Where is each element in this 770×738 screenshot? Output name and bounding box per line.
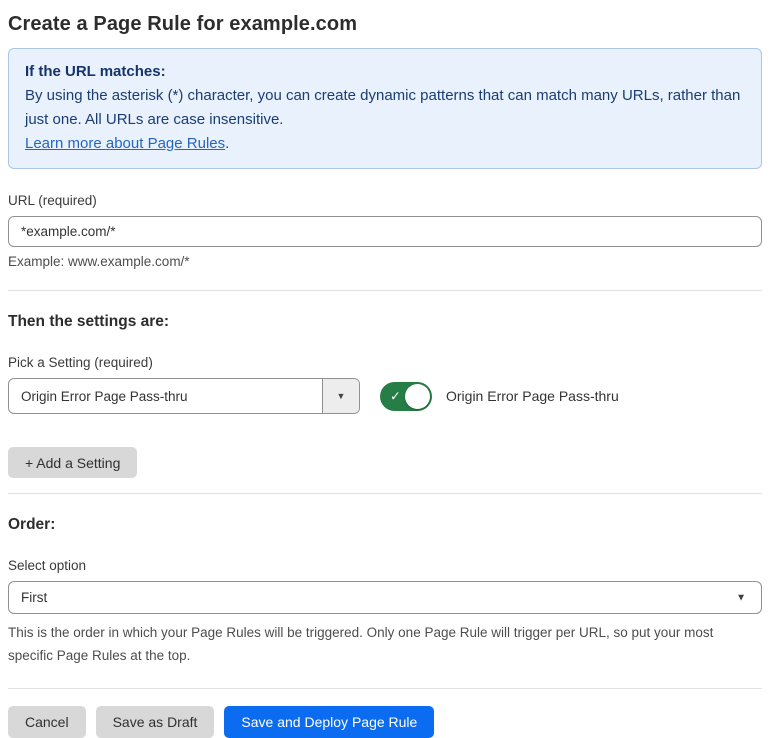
info-box-body: By using the asterisk (*) character, you… <box>25 87 741 128</box>
page-title: Create a Page Rule for example.com <box>8 13 358 35</box>
pick-setting-label: Pick a Setting (required) <box>8 355 153 370</box>
setting-toggle[interactable]: ✓ <box>380 381 432 411</box>
order-select-label: Select option <box>8 558 87 573</box>
check-icon: ✓ <box>390 388 401 404</box>
order-select-value: First <box>21 590 48 605</box>
save-and-deploy-button[interactable]: Save and Deploy Page Rule <box>224 706 435 738</box>
setting-dropdown-button[interactable]: ▼ <box>322 379 359 413</box>
divider <box>8 493 762 494</box>
add-setting-button[interactable]: + Add a Setting <box>8 447 138 478</box>
divider <box>8 290 762 291</box>
cancel-button[interactable]: Cancel <box>8 706 86 738</box>
setting-row: Origin Error Page Pass-thru ▼ ✓ Origin E… <box>8 378 762 414</box>
info-box-link-line: Learn more about Page Rules. <box>25 132 745 156</box>
toggle-knob <box>405 383 430 409</box>
url-input[interactable] <box>8 216 762 247</box>
url-field-label: URL (required) <box>8 193 97 208</box>
setting-dropdown[interactable]: Origin Error Page Pass-thru ▼ <box>8 378 360 414</box>
setting-dropdown-value: Origin Error Page Pass-thru <box>21 388 188 404</box>
divider <box>8 688 762 689</box>
order-help-text: This is the order in which your Page Rul… <box>8 625 714 663</box>
chevron-down-icon: ▼ <box>736 592 746 603</box>
order-section-heading: Order: <box>8 516 56 533</box>
chevron-down-icon: ▼ <box>336 391 346 401</box>
url-match-info-box: If the URL matches: By using the asteris… <box>8 48 762 169</box>
order-select[interactable]: First ▼ <box>8 581 762 614</box>
url-example-text: Example: www.example.com/* <box>8 254 190 269</box>
info-box-heading: If the URL matches: <box>25 63 166 80</box>
save-as-draft-button[interactable]: Save as Draft <box>95 706 215 738</box>
settings-section-heading: Then the settings are: <box>8 313 170 330</box>
footer-actions: Cancel Save as Draft Save and Deploy Pag… <box>8 706 762 738</box>
setting-toggle-label: Origin Error Page Pass-thru <box>446 388 619 404</box>
link-suffix: . <box>225 135 230 152</box>
learn-more-link[interactable]: Learn more about Page Rules <box>25 135 225 152</box>
